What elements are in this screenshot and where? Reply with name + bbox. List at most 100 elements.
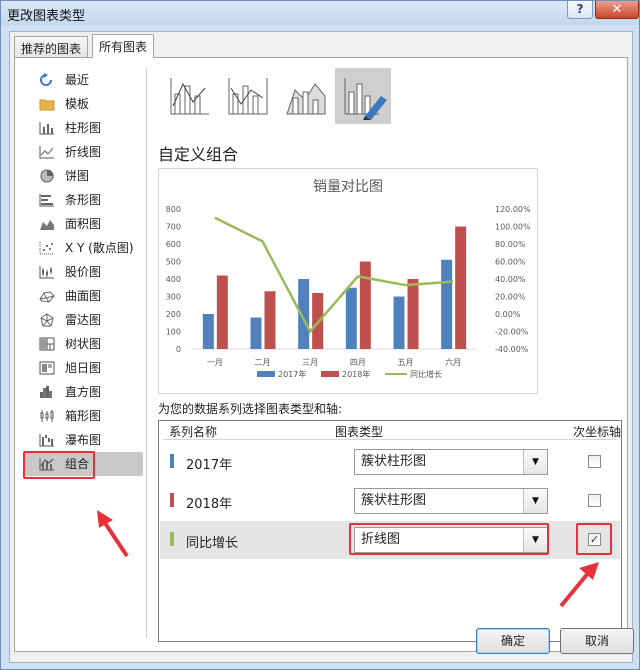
col-header-series-name: 系列名称 <box>169 425 218 439</box>
treemap-chart-icon <box>39 337 55 351</box>
chart-category-list: 最近 模板 柱形图 折线图 饼图 条形图 面积图 X Y (散点图) 股价图 曲… <box>23 68 143 479</box>
sidebar-item-line[interactable]: 折线图 <box>23 140 143 164</box>
y2-tick-label: 120.00% <box>495 205 531 214</box>
sidebar-item-label: 树状图 <box>65 337 102 351</box>
x-tick-label: 二月 <box>255 358 271 367</box>
chart-type-value: 簇状柱形图 <box>361 493 427 508</box>
annotation-box-secondary-axis <box>576 523 612 555</box>
sidebar-item-treemap[interactable]: 树状图 <box>23 332 143 356</box>
sidebar-item-templates[interactable]: 模板 <box>23 92 143 116</box>
y2-tick-label: 60.00% <box>495 258 526 267</box>
sidebar-item-radar[interactable]: 雷达图 <box>23 308 143 332</box>
y-tick-label: 400 <box>166 275 181 284</box>
sidebar-item-label: 面积图 <box>65 217 102 231</box>
legend-swatch <box>257 371 275 377</box>
bar <box>202 314 214 349</box>
dropdown-arrow-icon[interactable]: ▼ <box>523 489 547 513</box>
sidebar-item-label: 模板 <box>65 97 90 111</box>
bar <box>441 259 453 349</box>
sidebar-item-area[interactable]: 面积图 <box>23 212 143 236</box>
sidebar-item-recent[interactable]: 最近 <box>23 68 143 92</box>
sidebar-item-waterfall[interactable]: 瀑布图 <box>23 428 143 452</box>
annotation-arrow-combo <box>97 510 129 558</box>
legend-swatch <box>321 371 339 377</box>
sidebar-item-surface[interactable]: 曲面图 <box>23 284 143 308</box>
sidebar-item-combo[interactable]: 组合 <box>23 451 143 479</box>
series-name: 2018年 <box>186 497 233 512</box>
legend-label: 同比增长 <box>410 369 442 379</box>
recent-icon <box>39 73 55 87</box>
sidebar-item-box-whisker[interactable]: 箱形图 <box>23 404 143 428</box>
waterfall-chart-icon <box>39 433 55 447</box>
stacked-area-clustered-column-icon[interactable] <box>277 68 333 124</box>
clustered-column-line-icon[interactable] <box>161 68 217 124</box>
legend-label: 2017年 <box>278 369 306 379</box>
bar <box>345 287 357 349</box>
folder-icon <box>39 97 55 111</box>
line-chart-icon <box>39 145 55 159</box>
bar <box>264 291 276 349</box>
sidebar-item-histogram[interactable]: 直方图 <box>23 380 143 404</box>
col-header-secondary-axis: 次坐标轴 <box>573 425 622 439</box>
column-chart-icon <box>39 121 55 135</box>
cancel-button[interactable]: 取消 <box>560 628 634 654</box>
sidebar-item-stock[interactable]: 股价图 <box>23 260 143 284</box>
sidebar-item-bar[interactable]: 条形图 <box>23 188 143 212</box>
x-tick-label: 四月 <box>350 358 366 367</box>
annotation-box-chart-type <box>349 523 549 555</box>
combo-chart: 销量对比图 0 100 200 300 400 500 600 700 800 -40.00% -20… <box>166 179 531 379</box>
sidebar-item-scatter[interactable]: X Y (散点图) <box>23 236 143 260</box>
series-name: 2017年 <box>186 458 233 473</box>
y2-tick-label: 80.00% <box>495 240 526 249</box>
series-instruction: 为您的数据系列选择图表类型和轴: <box>158 402 343 416</box>
bar <box>393 296 405 349</box>
secondary-axis-checkbox[interactable] <box>588 455 601 468</box>
y2-tick-label: 20.00% <box>495 293 526 302</box>
close-button[interactable]: ✕ <box>595 1 639 19</box>
chart-type-select[interactable]: 簇状柱形图 ▼ <box>354 449 548 475</box>
series-row: 同比增长 折线图 ▼ ✓ <box>160 521 620 559</box>
stock-chart-icon <box>39 265 55 279</box>
help-button[interactable]: ? <box>567 1 593 19</box>
y-tick-label: 300 <box>166 293 181 302</box>
change-chart-type-dialog: 更改图表类型 ? ✕ 推荐的图表 所有图表 最近 模板 柱形图 折线图 饼图 条… <box>0 0 640 670</box>
sidebar-item-label: 股价图 <box>65 265 102 279</box>
dropdown-arrow-icon[interactable]: ▼ <box>523 450 547 474</box>
y-tick-label: 800 <box>166 205 181 214</box>
histogram-chart-icon <box>39 385 55 399</box>
sidebar-item-label: 柱形图 <box>65 121 102 135</box>
surface-chart-icon <box>39 289 55 303</box>
ok-button[interactable]: 确定 <box>476 628 550 654</box>
title-bar: 更改图表类型 ? ✕ <box>1 1 639 25</box>
tab-all-charts[interactable]: 所有图表 <box>92 34 155 58</box>
chart-type-select[interactable]: 簇状柱形图 ▼ <box>354 488 548 514</box>
dialog-title: 更改图表类型 <box>7 9 86 24</box>
bar <box>216 275 228 349</box>
x-tick-label: 一月 <box>207 358 223 367</box>
series-color-swatch <box>170 454 174 468</box>
sunburst-chart-icon <box>39 361 55 375</box>
tab-recommended-charts[interactable]: 推荐的图表 <box>14 36 89 58</box>
clustered-column-line-secondary-axis-icon[interactable] <box>219 68 275 124</box>
pie-chart-icon <box>39 169 55 183</box>
area-chart-icon <box>39 217 55 231</box>
sidebar-item-label: 折线图 <box>65 145 102 159</box>
y-tick-label: 500 <box>166 258 181 267</box>
y2-tick-label: 40.00% <box>495 275 526 284</box>
sidebar-item-pie[interactable]: 饼图 <box>23 164 143 188</box>
bar <box>407 279 419 349</box>
sidebar-item-column[interactable]: 柱形图 <box>23 116 143 140</box>
sidebar-item-label: 最近 <box>65 73 90 87</box>
bar <box>250 317 262 349</box>
sidebar-item-label: 雷达图 <box>65 313 102 327</box>
custom-combination-icon[interactable] <box>335 68 391 124</box>
radar-chart-icon <box>39 313 55 327</box>
annotation-arrow-checkbox <box>559 562 599 608</box>
x-tick-label: 三月 <box>302 358 318 367</box>
sidebar-item-label: 直方图 <box>65 385 102 399</box>
x-tick-label: 六月 <box>445 357 461 367</box>
sidebar-item-sunburst[interactable]: 旭日图 <box>23 356 143 380</box>
y-tick-label: 100 <box>166 328 181 337</box>
secondary-axis-checkbox[interactable] <box>588 494 601 507</box>
header-divider <box>163 439 617 440</box>
